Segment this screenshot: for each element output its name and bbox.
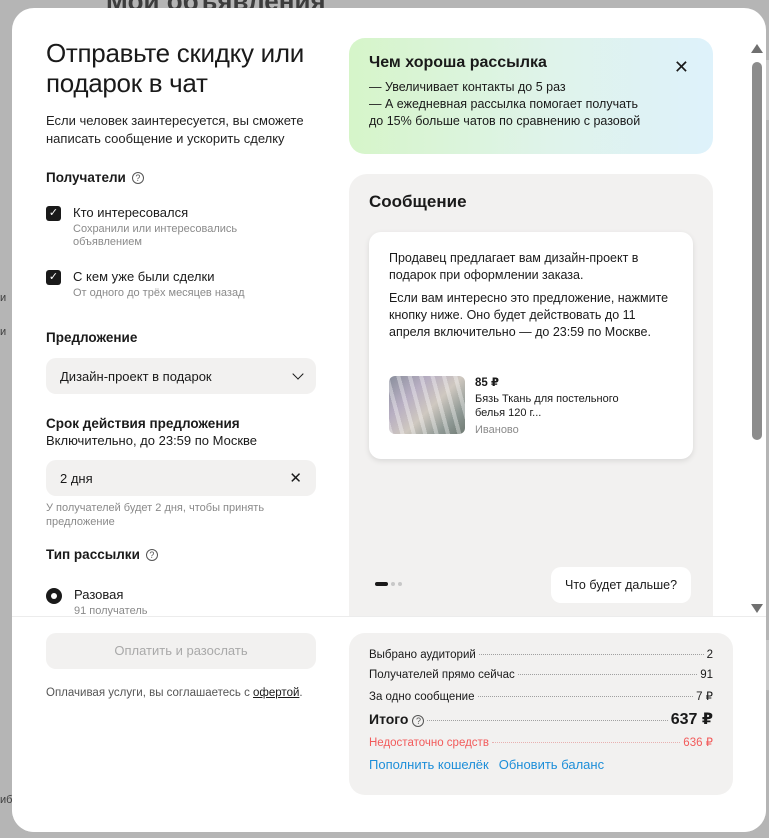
summary-row-total: Итого ? 637 ₽ [369,709,713,735]
summary-value: 2 [706,649,713,661]
recipient-option-deals[interactable]: ✓ С кем уже были сделки От одного до трё… [46,269,244,300]
slide-dot[interactable] [391,582,395,586]
summary-links: Пополнить кошелёк Обновить баланс [369,757,713,772]
backdrop-edge-text: и [0,292,7,304]
message-bubble: Продавец предлагает вам дизайн-проект в … [369,232,693,459]
checkbox-checked-icon[interactable]: ✓ [46,206,61,221]
clear-icon[interactable]: ✕ [289,469,302,487]
mailing-type-heading: Тип рассылки ? [46,547,158,562]
close-icon[interactable]: ✕ [674,58,689,76]
recipients-heading: Получатели ? [46,170,144,185]
slide-indicator [375,582,402,586]
recipient-option-interested[interactable]: ✓ Кто интересовался Сохранили или интере… [46,205,263,249]
checkbox-checked-icon[interactable]: ✓ [46,270,61,285]
modal-subtitle: Если человек заинтересуется, вы сможете … [46,113,304,146]
terms-end: . [299,687,303,699]
question-circle-icon[interactable]: ? [131,171,144,184]
recipients-heading-text: Получатели [46,170,126,185]
mailing-type-heading-text: Тип рассылки [46,547,140,562]
tip-title: Чем хороша рассылка [369,54,547,71]
mailing-type-option-once[interactable]: Разовая 91 получатель [46,587,147,618]
product-card[interactable]: 85 ₽ Бязь Ткань для постельного белья 12… [389,376,625,439]
scrollbar-thumb[interactable] [752,62,762,440]
summary-total-label: Итого [369,711,409,727]
terms-agreement: Оплачивая услуги, вы соглашаетесь с офер… [46,687,303,699]
mailing-type-label: Разовая [74,587,124,602]
summary-label: За одно сообщение [369,691,475,703]
summary-label: Получателей прямо сейчас [369,669,515,681]
backdrop-edge-text: и [0,326,7,338]
recipient-option-sub: Сохранили или интересовались объявлением [73,223,238,248]
topup-wallet-link[interactable]: Пополнить кошелёк [369,757,489,772]
summary-value: 91 [700,669,713,681]
recipient-option-label: С кем уже были сделки [73,269,215,284]
question-circle-icon[interactable]: ? [145,548,158,561]
validity-value: 2 дня [60,470,93,486]
summary-value: 7 ₽ [696,691,713,703]
product-price: 85 ₽ [475,377,499,389]
message-preview: Сообщение Продавец предлагает вам дизайн… [349,174,713,644]
tip-line: — А ежедневная рассылка помогает получат… [369,97,639,111]
tip-line: до 15% больше чатов по сравнению с разов… [369,114,641,128]
summary-total-value: 637 ₽ [670,711,713,728]
recipient-option-label: Кто интересовался [73,205,189,220]
offer-heading: Предложение [46,330,138,345]
mailing-modal: Отправьте скидку или подарок в чат Если … [12,8,766,832]
slide-dot-active[interactable] [375,582,388,586]
message-paragraph: Если вам интересно это предложение, нажм… [389,291,669,339]
product-thumbnail [389,376,465,434]
validity-hint: У получателей будет 2 дня, чтобы принять… [46,502,265,528]
product-name: Бязь Ткань для постельного белья 120 г..… [475,393,619,419]
what-next-button[interactable]: Что будет дальше? [551,567,692,603]
validity-field[interactable]: 2 дня ✕ [46,460,316,496]
scroll-down-arrow[interactable] [751,604,763,613]
summary-warning-label: Недостаточно средств [369,737,489,749]
cost-summary: Выбрано аудиторий 2 Получателей прямо се… [349,633,733,795]
pay-and-send-button[interactable]: Оплатить и разослать [46,633,316,669]
terms-text: Оплачивая услуги, вы соглашаетесь с [46,687,254,699]
offer-select-value: Дизайн-проект в подарок [60,368,212,384]
tip-line: — Увеличивает контакты до 5 раз [369,80,566,94]
recipient-option-sub: От одного до трёх месяцев назад [73,287,245,299]
offer-link[interactable]: офертой [253,687,299,699]
validity-heading: Срок действия предложения [46,416,240,431]
summary-row-per-message: За одно сообщение 7 ₽ [369,689,713,709]
offer-select[interactable]: Дизайн-проект в подарок [46,358,316,394]
modal-footer: Оплатить и разослать Оплачивая услуги, в… [12,616,766,832]
refresh-balance-link[interactable]: Обновить баланс [499,757,604,772]
summary-row-audiences: Выбрано аудиторий 2 [369,649,713,669]
question-circle-icon[interactable]: ? [412,715,425,727]
tip-banner: Чем хороша рассылка — Увеличивает контак… [349,38,713,154]
summary-warning-value: 636 ₽ [683,737,713,749]
summary-row-insufficient: Недостаточно средств 636 ₽ [369,735,713,755]
product-city: Иваново [475,424,519,436]
summary-row-recipients: Получателей прямо сейчас 91 [369,669,713,689]
scroll-up-arrow[interactable] [751,44,763,53]
chevron-down-icon [292,368,304,380]
slide-dot[interactable] [398,582,402,586]
preview-title: Сообщение [369,192,467,211]
validity-subheading: Включительно, до 23:59 по Москве [46,433,258,448]
radio-selected-icon[interactable] [46,588,62,604]
modal-title: Отправьте скидку или подарок в чат [46,38,304,98]
summary-label: Выбрано аудиторий [369,649,476,661]
message-paragraph: Продавец предлагает вам дизайн-проект в … [389,251,639,282]
